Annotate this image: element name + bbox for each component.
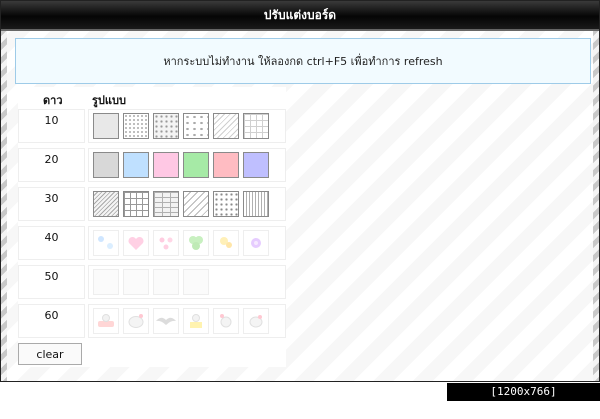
pattern-swatch[interactable] — [93, 113, 119, 139]
kitty-car-icon[interactable] — [93, 308, 119, 334]
pattern-swatch[interactable] — [93, 269, 119, 295]
pastel-flower-icon[interactable] — [243, 230, 269, 256]
pattern-swatch[interactable] — [213, 152, 239, 178]
pattern-swatch[interactable] — [153, 191, 179, 217]
pattern-row: 40 — [18, 226, 286, 260]
pattern-swatch[interactable] — [183, 191, 209, 217]
kitty-ribbon-icon[interactable] — [213, 308, 239, 334]
pattern-row: 50 — [18, 265, 286, 299]
star-count: 30 — [18, 187, 85, 221]
pattern-swatch[interactable] — [153, 269, 179, 295]
pattern-set — [88, 226, 286, 260]
pattern-swatch[interactable] — [213, 191, 239, 217]
pattern-swatch[interactable] — [93, 152, 119, 178]
pattern-set — [88, 304, 286, 338]
board-settings-window: ปรับแต่งบอร์ด หากระบบไม่ทำงาน ให้ลองกด c… — [0, 0, 600, 382]
pattern-row: 30 — [18, 187, 286, 221]
pastel-hearts-icon[interactable] — [153, 230, 179, 256]
pattern-swatch[interactable] — [93, 191, 119, 217]
pastel-heart-icon[interactable] — [123, 230, 149, 256]
star-count: 10 — [18, 109, 85, 143]
pattern-swatch[interactable] — [243, 152, 269, 178]
pattern-set — [88, 109, 286, 143]
pattern-swatch[interactable] — [153, 113, 179, 139]
pattern-swatch[interactable] — [243, 113, 269, 139]
pattern-row: 60 — [18, 304, 286, 338]
pattern-swatch[interactable] — [183, 152, 209, 178]
kitty-face-icon[interactable] — [123, 308, 149, 334]
star-count: 40 — [18, 226, 85, 260]
star-count: 60 — [18, 304, 85, 338]
refresh-notice: หากระบบไม่ทำงาน ให้ลองกด ctrl+F5 เพื่อทำ… — [15, 38, 591, 84]
pattern-swatch[interactable] — [123, 269, 149, 295]
pattern-swatch[interactable] — [123, 191, 149, 217]
clear-button[interactable]: clear — [18, 343, 82, 365]
kitty-cake-icon[interactable] — [183, 308, 209, 334]
pastel-clover-icon[interactable] — [183, 230, 209, 256]
star-count: 20 — [18, 148, 85, 182]
stars-column-header: ดาว — [43, 94, 63, 107]
kitty-small-icon[interactable] — [243, 308, 269, 334]
pattern-swatch[interactable] — [153, 152, 179, 178]
pattern-row: 20 — [18, 148, 286, 182]
pattern-swatch[interactable] — [213, 113, 239, 139]
pattern-swatch[interactable] — [123, 113, 149, 139]
pattern-swatch[interactable] — [123, 152, 149, 178]
window-title: ปรับแต่งบอร์ด — [1, 1, 599, 31]
pattern-set — [88, 148, 286, 182]
pattern-row: 10 — [18, 109, 286, 143]
pattern-swatch[interactable] — [243, 191, 269, 217]
star-count: 50 — [18, 265, 85, 299]
image-host-footer: [1200x766] http://upic.me/ — [447, 383, 600, 416]
pattern-column-header: รูปแบบ — [92, 94, 126, 107]
pattern-swatch[interactable] — [183, 113, 209, 139]
pastel-hearts-icon[interactable] — [93, 230, 119, 256]
bat-icon[interactable] — [153, 308, 179, 334]
pattern-set — [88, 187, 286, 221]
pastel-flower-icon[interactable] — [213, 230, 239, 256]
left-border-stripe — [1, 29, 7, 381]
right-border-stripe — [593, 29, 599, 381]
notice-text: หากระบบไม่ทำงาน ให้ลองกด ctrl+F5 เพื่อทำ… — [163, 55, 443, 68]
pattern-swatch[interactable] — [183, 269, 209, 295]
pattern-set — [88, 265, 286, 299]
pattern-table: ดาว รูปแบบ 10 20 30 40 50 60 — [18, 87, 286, 367]
